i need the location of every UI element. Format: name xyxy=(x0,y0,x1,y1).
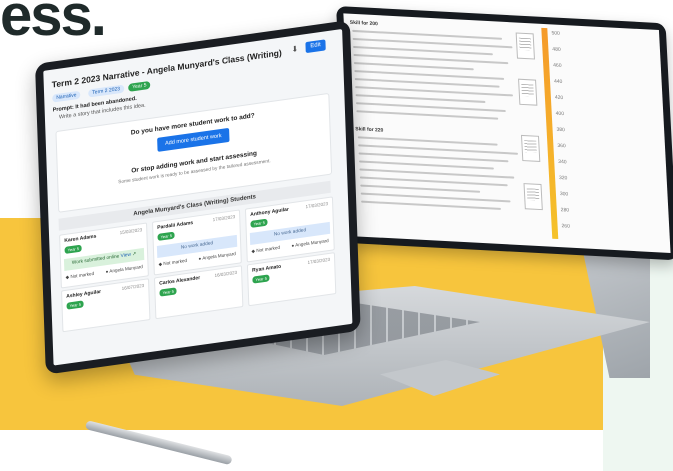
work-sample-thumbnail[interactable] xyxy=(515,32,535,60)
scale-tick-label: 280 xyxy=(560,207,570,214)
work-sample-thumbnail[interactable] xyxy=(518,78,538,106)
year-badge: Year 5 xyxy=(250,218,269,228)
student-name: Pardalii Adams xyxy=(157,219,194,231)
tag-chip: Term 2 2023 xyxy=(88,84,125,98)
download-icon[interactable]: ⬇ xyxy=(291,44,298,54)
tablet-screen: Skill for 200 Skill for 220 500 480 460 … xyxy=(343,13,671,253)
tablet-text-line xyxy=(353,62,474,71)
laptop-lid: Term 2 2023 Narrative - Angela Munyard's… xyxy=(35,19,361,375)
scale-tick-label: 360 xyxy=(557,142,566,150)
achievement-scale-bar xyxy=(541,27,559,240)
marking-status: ◆ Not marked xyxy=(158,257,188,267)
year-badge: Year 5 xyxy=(252,274,271,284)
status-text: Work submitted online xyxy=(71,254,120,266)
marking-status: ◆ Not marked xyxy=(65,270,95,280)
marking-status: ◆ Not marked xyxy=(251,244,281,254)
scale-tick-label: 440 xyxy=(553,78,563,86)
assigned-teacher: ● Angela Munyard xyxy=(105,264,143,275)
assigned-teacher: ● Angela Munyard xyxy=(291,238,329,249)
external-link-icon[interactable]: ↗ xyxy=(132,252,136,258)
edit-button[interactable]: Edit xyxy=(305,39,326,54)
tablet-text-line xyxy=(358,160,494,170)
tablet-section-heading: Skill for 220 xyxy=(355,126,384,134)
tablet-text-line xyxy=(353,45,493,56)
student-name: Ashley Aguilar xyxy=(66,288,102,300)
year-badge: Year 5 xyxy=(157,231,176,241)
tablet-text-line xyxy=(357,136,498,146)
scale-tick-label: 300 xyxy=(559,191,569,198)
laptop-screen: Term 2 2023 Narrative - Angela Munyard's… xyxy=(43,29,353,366)
scale-tick-label: 260 xyxy=(561,223,571,230)
work-sample-thumbnail[interactable] xyxy=(523,183,543,211)
year-badge: Year 5 xyxy=(159,287,178,297)
student-date: 17/03/2023 xyxy=(307,256,331,265)
tablet-text-line xyxy=(355,94,486,103)
scale-tick-label: 380 xyxy=(556,126,566,134)
scale-tick-label: 420 xyxy=(554,94,564,102)
scale-tick-label: 500 xyxy=(551,30,561,37)
tablet-section-heading: Skill for 200 xyxy=(349,19,379,28)
page-title: Term 2 2023 Narrative - Angela Munyard's… xyxy=(51,47,282,90)
student-date: 16/07/2023 xyxy=(121,282,145,291)
hero-heading-fragment: ess. xyxy=(0,0,107,48)
year-badge: Year 5 xyxy=(128,80,151,92)
scale-tick-label: 320 xyxy=(558,174,568,182)
add-student-work-button[interactable]: Add more student work xyxy=(157,127,230,152)
assigned-teacher: ● Angela Munyard xyxy=(198,251,236,262)
view-link[interactable]: View xyxy=(121,253,131,259)
scale-tick-label: 460 xyxy=(553,62,562,69)
student-date: 17/03/2023 xyxy=(212,214,236,223)
year-badge: Year 5 xyxy=(64,244,83,254)
tablet-device: Skill for 200 Skill for 220 500 480 460 … xyxy=(336,6,673,261)
student-name: Karen Adams xyxy=(64,233,97,244)
year-badge: Year 5 xyxy=(66,300,85,310)
scale-tick-label: 480 xyxy=(552,46,561,53)
student-card[interactable]: Pardalii Adams 17/03/2023 Year 5 No work… xyxy=(152,209,242,276)
tablet-text-line xyxy=(356,110,499,120)
student-name: Carlos Alexander xyxy=(159,275,201,287)
student-date: 17/03/2023 xyxy=(305,201,329,210)
work-sample-thumbnail[interactable] xyxy=(520,134,541,162)
scale-tick-label: 340 xyxy=(558,158,567,166)
tablet-text-line xyxy=(361,200,501,210)
pencil-icon[interactable]: ✎ xyxy=(225,55,232,65)
student-date: 15/03/2023 xyxy=(119,227,143,236)
scale-tick-label: 400 xyxy=(555,110,565,118)
student-name: Ryan Amato xyxy=(252,263,282,274)
student-card[interactable]: Karen Adams 15/03/2023 Year 5 Work submi… xyxy=(59,222,149,289)
student-date: 16/03/2023 xyxy=(214,269,238,278)
student-card[interactable]: Anthony Aguilar 17/03/2023 Year 5 No wor… xyxy=(244,196,335,263)
student-name: Anthony Aguilar xyxy=(250,206,289,218)
tablet-text-line xyxy=(360,184,481,193)
tag-chip: Narrative xyxy=(52,90,81,103)
